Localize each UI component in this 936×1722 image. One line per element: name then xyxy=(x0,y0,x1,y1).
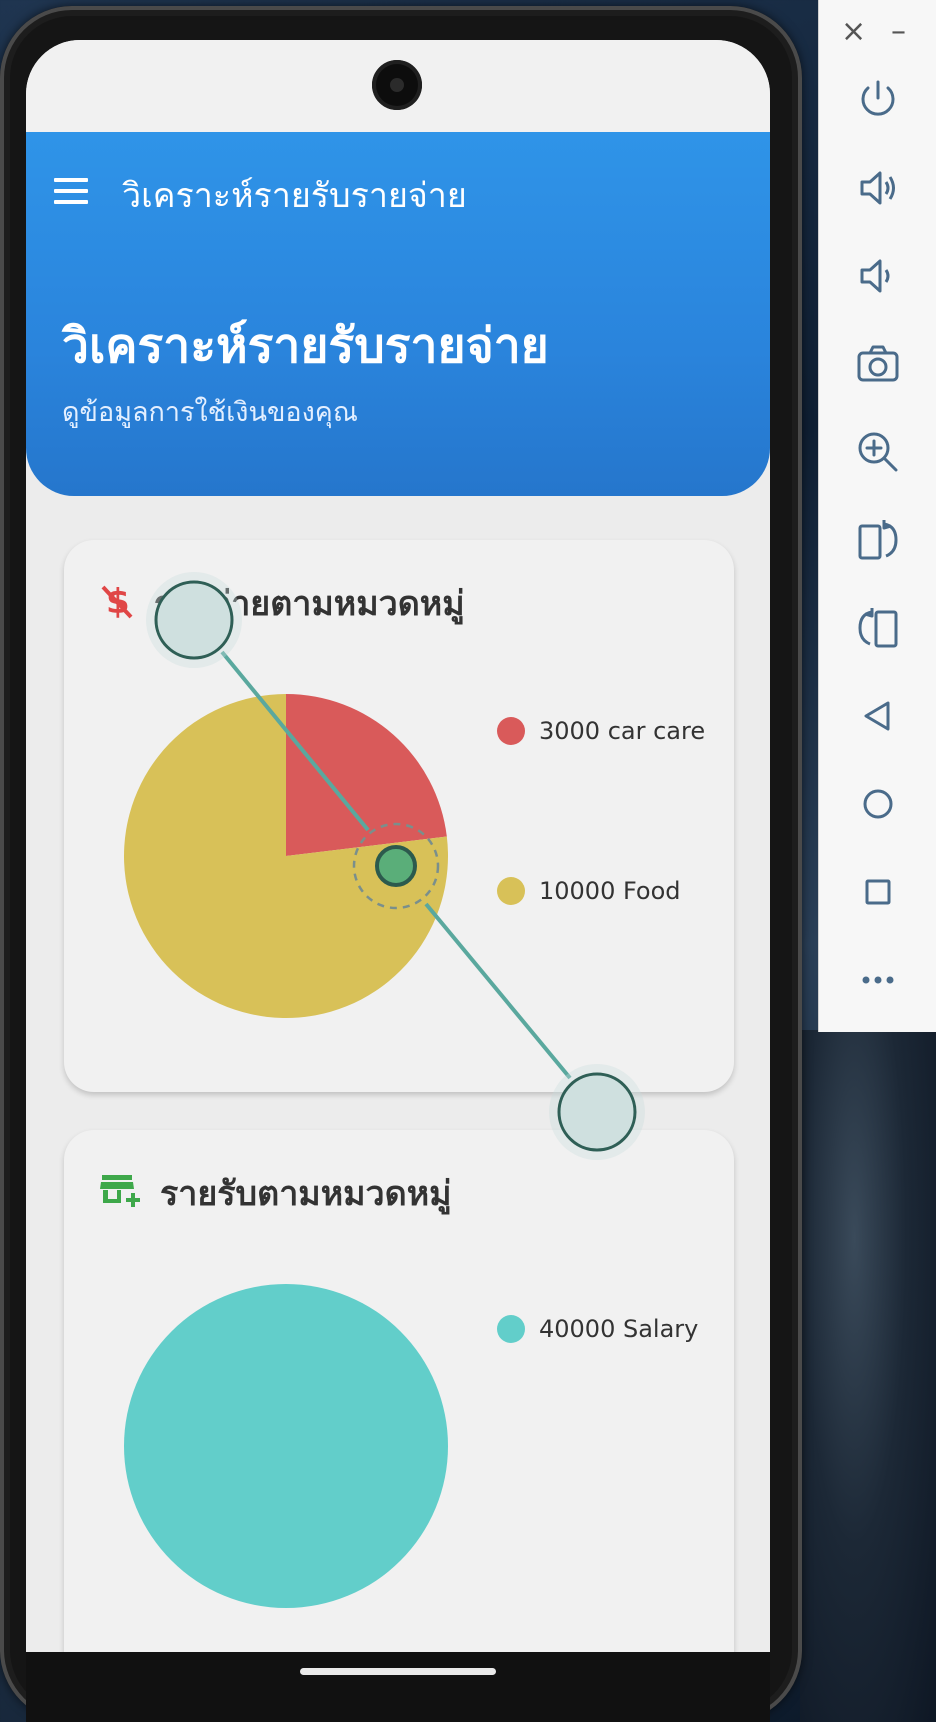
rotate-left-icon[interactable] xyxy=(854,604,902,652)
volume-up-icon[interactable] xyxy=(854,164,902,212)
legend-dot xyxy=(497,877,525,905)
home-icon[interactable] xyxy=(854,780,902,828)
expense-legend: 3000 car care 10000 Food xyxy=(497,716,705,1036)
menu-icon[interactable] xyxy=(54,178,88,208)
income-pie-chart xyxy=(124,1284,448,1608)
store-add-icon xyxy=(100,1173,140,1213)
income-legend: 40000 Salary xyxy=(497,1314,698,1474)
phone-frame: วิเคราะห์รายรับรายจ่าย วิเคราะห์รายรับรา… xyxy=(0,6,802,1722)
card-header: รายรับตามหมวดหมู่ xyxy=(100,1166,452,1220)
expense-category-card: $ รายจ่ายตามหมวดหมู่ 3000 car care 10000… xyxy=(64,540,734,1092)
close-icon[interactable]: × xyxy=(841,14,866,49)
phone-screen: วิเคราะห์รายรับรายจ่าย วิเคราะห์รายรับรา… xyxy=(26,40,770,1652)
header: วิเคราะห์รายรับรายจ่าย วิเคราะห์รายรับรา… xyxy=(26,132,770,496)
desktop-background xyxy=(800,1030,936,1722)
pie-slice-car-care[interactable] xyxy=(286,694,447,856)
legend-label: 10000 Food xyxy=(539,877,681,905)
pie-slice-salary[interactable] xyxy=(124,1284,448,1608)
volume-down-icon[interactable] xyxy=(854,252,902,300)
legend-label: 40000 Salary xyxy=(539,1315,699,1343)
legend-label: 3000 car care xyxy=(539,717,706,745)
money-off-icon: $ xyxy=(100,581,134,625)
page-subtitle: ดูข้อมูลการใช้เงินของคุณ xyxy=(62,397,358,428)
page-title: วิเคราะห์รายรับรายจ่าย xyxy=(62,318,549,374)
more-icon[interactable] xyxy=(854,956,902,1004)
legend-item: 3000 car care xyxy=(497,716,705,746)
legend-item: 10000 Food xyxy=(497,876,705,906)
window-controls: × – xyxy=(819,14,936,54)
minimize-icon[interactable]: – xyxy=(891,14,906,49)
legend-item: 40000 Salary xyxy=(497,1314,698,1344)
appbar-title: วิเคราะห์รายรับรายจ่าย xyxy=(122,176,467,216)
income-card-title: รายรับตามหมวดหมู่ xyxy=(160,1174,452,1214)
gesture-nav-bar xyxy=(26,1652,770,1722)
legend-dot xyxy=(497,1315,525,1343)
home-gesture-handle[interactable] xyxy=(300,1668,496,1675)
expense-pie-chart xyxy=(124,694,448,1018)
power-icon[interactable] xyxy=(854,76,902,124)
emulator-toolbar: × – xyxy=(818,0,936,1032)
overview-icon[interactable] xyxy=(854,868,902,916)
expense-card-title: รายจ่ายตามหมวดหมู่ xyxy=(154,584,465,624)
camera-icon[interactable] xyxy=(854,340,902,388)
front-camera xyxy=(372,60,422,110)
income-category-card: รายรับตามหมวดหมู่ 40000 Salary xyxy=(64,1130,734,1652)
zoom-in-icon[interactable] xyxy=(854,428,902,476)
rotate-right-icon[interactable] xyxy=(854,516,902,564)
card-header: $ รายจ่ายตามหมวดหมู่ xyxy=(100,576,465,630)
legend-dot xyxy=(497,717,525,745)
back-icon[interactable] xyxy=(854,692,902,740)
status-bar xyxy=(26,40,770,132)
